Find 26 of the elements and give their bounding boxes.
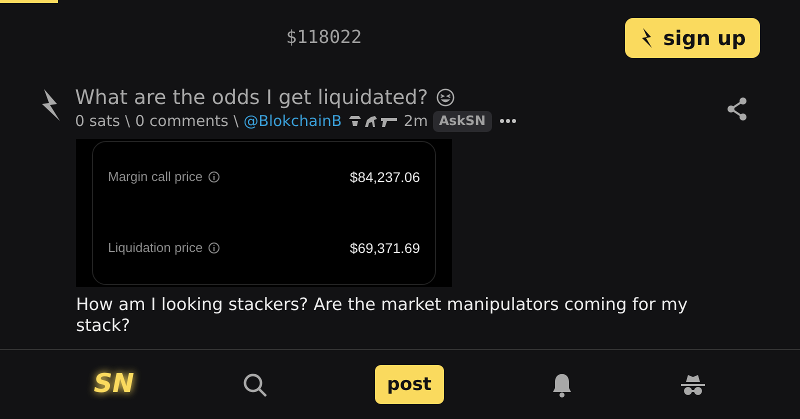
separator: \ [233,111,239,132]
price-label: Margin call price [108,168,203,186]
price-value: $69,371.69 [350,238,420,258]
ask-tag[interactable]: AskSN [432,110,492,132]
separator: \ [125,111,130,132]
info-icon [208,171,220,183]
sats-count: 0 sats [75,111,120,132]
bell-icon[interactable] [550,372,573,398]
signup-button[interactable]: sign up [625,18,760,58]
price-label: Liquidation price [108,239,203,258]
post-button[interactable]: post [374,365,444,404]
post-body: How am I looking stackers? Are the market manipulators coming for my stack? [76,294,689,336]
price-value: $84,237.06 [350,168,420,186]
top-strip [0,0,58,3]
comments-link[interactable]: 0 comments [135,110,228,132]
search-icon[interactable] [242,372,268,398]
author-link[interactable]: @BlokchainB [244,110,342,132]
share-icon[interactable] [726,97,748,121]
logo[interactable]: SN [94,365,134,404]
btc-price: $118022 [286,26,362,50]
info-icon [208,242,220,254]
more-icon[interactable] [498,118,517,124]
post-age: 2m [404,111,428,132]
incognito-icon[interactable] [680,372,706,396]
laughing-face-icon [436,88,456,106]
post-title[interactable]: What are the odds I get liquidated? [75,85,428,109]
